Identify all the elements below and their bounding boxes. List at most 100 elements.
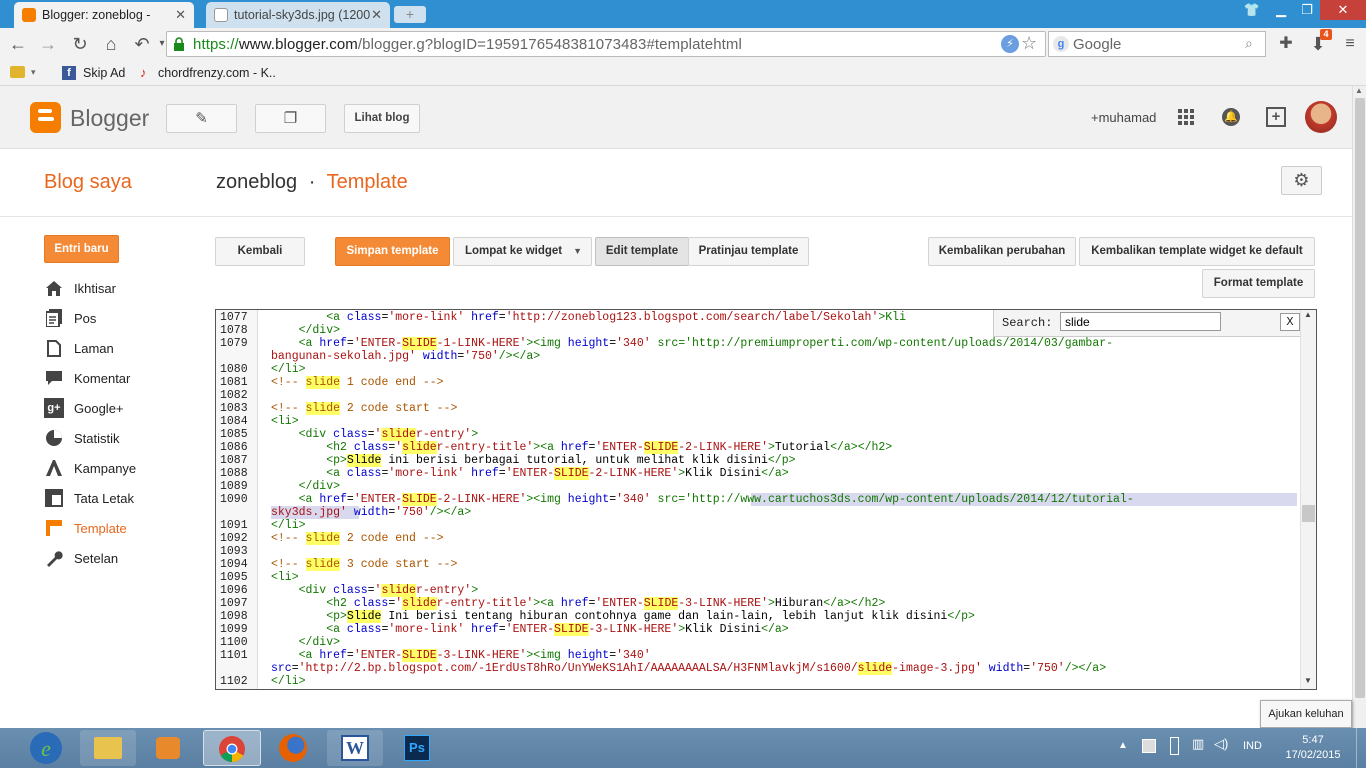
code-line[interactable]: <div class='slider-entry'> <box>271 428 478 441</box>
minimize-button[interactable]: ▁ <box>1268 0 1294 20</box>
share-plus-icon[interactable]: + <box>1266 107 1286 127</box>
code-line[interactable]: </div> <box>271 636 340 649</box>
address-bar[interactable]: https://www.blogger.com/blogger.g?blogID… <box>166 31 1046 57</box>
jump-to-widget-dropdown[interactable]: Lompat ke widget ▼ <box>453 237 592 266</box>
battery-icon[interactable] <box>1170 737 1179 755</box>
new-post-button[interactable]: Entri baru <box>44 235 119 263</box>
extension-bolt-icon[interactable]: ⚡ <box>1001 35 1019 53</box>
code-line[interactable]: <li> <box>271 415 299 428</box>
tray-expand-icon[interactable]: ▲ <box>1118 740 1128 751</box>
home-icon[interactable]: ⌂ <box>99 32 123 56</box>
notifications-bell-icon[interactable]: 🔔 <box>1222 108 1240 126</box>
code-line[interactable]: <a class='more-link' href='ENTER-SLIDE-3… <box>271 623 789 636</box>
close-search-button[interactable]: X <box>1280 313 1300 331</box>
scroll-up-icon[interactable]: ▲ <box>1304 310 1312 319</box>
code-line[interactable]: </li> <box>271 675 306 688</box>
sidebar-item-google-plus[interactable]: g+ Google+ <box>44 398 124 418</box>
volume-icon[interactable]: ◁) <box>1214 736 1228 752</box>
start-button[interactable]: e <box>14 730 78 766</box>
code-line[interactable]: <!-- slide 2 code end --> <box>271 532 444 545</box>
scroll-down-icon[interactable]: ▼ <box>1304 676 1312 685</box>
puzzle-extension-icon[interactable]: ✚ <box>1274 32 1298 56</box>
code-line[interactable]: <!-- slide 1 code end --> <box>271 376 444 389</box>
feedback-tooltip[interactable]: Ajukan keluhan <box>1260 700 1352 728</box>
clock[interactable]: 5:47 17/02/2015 <box>1278 733 1348 763</box>
sidebar-item-settings[interactable]: Setelan <box>44 548 118 568</box>
tab-blogger[interactable]: Blogger: zoneblog - ✕ <box>14 2 194 28</box>
code-line[interactable]: <!-- slide 3 code start --> <box>271 558 457 571</box>
template-code-editor[interactable]: 1077 1078 1079 1080 1081 1082 1083 1084 1085 1086… <box>215 309 1317 690</box>
sidebar-item-posts[interactable]: Pos <box>44 308 96 328</box>
sidebar-item-comments[interactable]: Komentar <box>44 368 130 388</box>
bookmark-chordfrenzy[interactable]: ♪ chordfrenzy.com - K.. <box>140 66 276 81</box>
apps-bookmark[interactable]: ▾ <box>10 66 36 78</box>
code-line[interactable]: <!-- slide 2 code start --> <box>271 402 457 415</box>
chrome-taskbar-button[interactable] <box>203 730 261 766</box>
maximize-button[interactable]: ❐ <box>1294 0 1320 20</box>
edit-template-button[interactable]: Edit template <box>595 237 689 266</box>
code-line[interactable]: <h2 class='slider-entry-title'><a href='… <box>271 597 885 610</box>
reload-icon[interactable]: ↻ <box>68 32 92 56</box>
blogger-logo-text[interactable]: Blogger <box>70 105 149 132</box>
view-blog-button[interactable]: Lihat blog <box>344 104 420 133</box>
code-line[interactable]: </div> <box>271 480 340 493</box>
my-blogs-link[interactable]: Blog saya <box>44 171 132 194</box>
page-scrollbar-thumb[interactable] <box>1355 98 1365 698</box>
word-taskbar-button[interactable]: W <box>327 730 383 766</box>
preview-template-button[interactable]: Pratinjau template <box>688 237 809 266</box>
new-tab-button[interactable]: + <box>394 6 426 23</box>
sidebar-item-overview[interactable]: Ikhtisar <box>44 278 116 298</box>
code-line[interactable]: src='http://2.bp.blogspot.com/-1ErdUsT8h… <box>271 662 1106 675</box>
scrollbar-thumb[interactable] <box>1302 505 1315 522</box>
action-center-icon[interactable] <box>1142 739 1156 753</box>
code-line[interactable]: <div class='slider-entry'> <box>271 584 478 597</box>
bookmark-skip-ad[interactable]: f Skip Ad <box>62 66 125 80</box>
close-window-button[interactable]: ✕ <box>1320 0 1366 20</box>
file-explorer-button[interactable] <box>80 730 136 766</box>
user-name-link[interactable]: +muhamad <box>1091 110 1156 125</box>
format-template-button[interactable]: Format template <box>1202 269 1315 298</box>
back-icon[interactable]: ← <box>6 32 30 56</box>
sidebar-item-stats[interactable]: Statistik <box>44 428 120 448</box>
avatar[interactable] <box>1305 101 1337 133</box>
code-line[interactable]: <a href='ENTER-SLIDE-3-LINK-HERE'><img h… <box>271 649 651 662</box>
page-scrollbar[interactable]: ▲ <box>1352 86 1366 728</box>
code-line[interactable]: bangunan-sekolah.jpg' width='750'/></a> <box>271 350 540 363</box>
sidebar-item-campaigns[interactable]: Kampanye <box>44 458 136 478</box>
menu-icon[interactable]: ≡ <box>1338 32 1362 56</box>
blogger-logo-icon[interactable] <box>30 102 61 133</box>
close-tab-icon[interactable]: ✕ <box>175 7 186 23</box>
sidebar-item-template[interactable]: Template <box>44 518 127 538</box>
firefox-taskbar-button[interactable] <box>265 730 321 766</box>
save-template-button[interactable]: Simpan template <box>335 237 450 266</box>
code-line[interactable]: sky3ds.jpg' width='750'/></a> <box>271 506 471 519</box>
close-tab-icon[interactable]: ✕ <box>371 7 382 23</box>
sidebar-item-layout[interactable]: Tata Letak <box>44 488 134 508</box>
profile-icon[interactable]: 👕 <box>1240 0 1264 20</box>
language-indicator[interactable]: IND <box>1243 740 1262 752</box>
media-player-button[interactable] <box>140 730 196 766</box>
tab-image[interactable]: tutorial-sky3ds.jpg (1200 ✕ <box>206 2 390 28</box>
apps-grid-icon[interactable] <box>1178 109 1194 125</box>
revert-changes-button[interactable]: Kembalikan perubahan <box>928 237 1076 266</box>
code-line[interactable]: <a class='more-link' href='http://zonebl… <box>271 311 906 324</box>
search-engine-box[interactable]: g Google ⌕ <box>1048 31 1266 57</box>
code-line[interactable]: </li> <box>271 519 306 532</box>
search-input[interactable] <box>1060 312 1221 331</box>
code-line[interactable]: <h2 class='slider-entry-title'><a href='… <box>271 441 892 454</box>
posts-list-button[interactable]: ❐ <box>255 104 326 133</box>
code-line[interactable]: <p>Slide ini berisi berbagai tutorial, u… <box>271 454 796 467</box>
code-line[interactable]: </li> <box>271 363 306 376</box>
forward-icon[interactable]: → <box>36 32 60 56</box>
photoshop-taskbar-button[interactable]: Ps <box>389 730 445 766</box>
editor-scrollbar[interactable]: ▲ ▼ <box>1300 310 1316 689</box>
code-line[interactable]: <p>Slide Ini berisi tentang hiburan cont… <box>271 610 975 623</box>
settings-gear-button[interactable]: ⚙ <box>1281 166 1322 195</box>
code-line[interactable]: </div> <box>271 324 340 337</box>
new-post-pencil-button[interactable]: ✎ <box>166 104 237 133</box>
show-desktop-button[interactable] <box>1356 728 1366 768</box>
back-button[interactable]: Kembali <box>215 237 305 266</box>
bookmark-star-icon[interactable]: ☆ <box>1021 33 1037 54</box>
sidebar-item-pages[interactable]: Laman <box>44 338 114 358</box>
code-line[interactable]: <a href='ENTER-SLIDE-2-LINK-HERE'><img h… <box>271 493 1134 506</box>
